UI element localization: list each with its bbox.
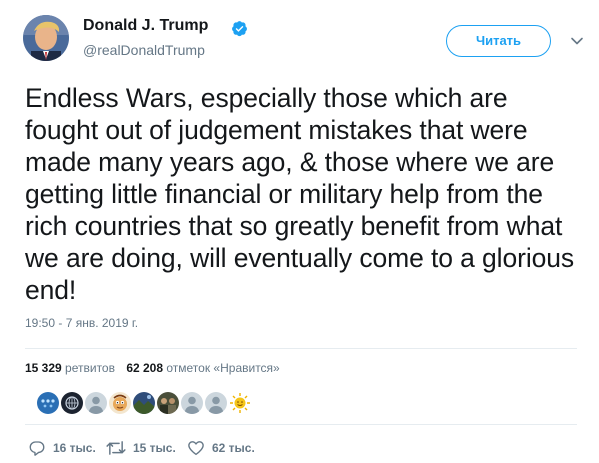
retweet-icon xyxy=(106,441,126,455)
landscape-avatar-icon[interactable] xyxy=(133,392,155,414)
group-photo-avatar-icon[interactable] xyxy=(157,392,179,414)
verified-badge-icon xyxy=(232,21,247,37)
default-person-avatar-icon[interactable] xyxy=(205,392,227,414)
tweet-stats: 15 329 ретвитов 62 208 отметок «Нравится… xyxy=(25,361,280,375)
retweet-button[interactable]: 15 тыс. xyxy=(106,438,176,458)
retweets-stat[interactable]: 15 329 ретвитов xyxy=(25,361,115,375)
sun-avatar-icon[interactable] xyxy=(229,392,251,414)
tweet-card: Donald J. Trump @realDonaldTrump Читать … xyxy=(0,0,599,463)
likes-count: 62 208 xyxy=(126,361,164,375)
author-name[interactable]: Donald J. Trump xyxy=(83,17,208,35)
retweets-count: 15 329 xyxy=(25,361,62,375)
chevron-down-icon[interactable] xyxy=(570,34,584,48)
divider xyxy=(25,424,577,425)
likes-stat[interactable]: 62 208 отметок «Нравится» xyxy=(126,361,279,375)
reply-button[interactable]: 16 тыс. xyxy=(28,438,96,458)
like-button[interactable]: 62 тыс. xyxy=(187,438,255,458)
tweet-timestamp[interactable]: 19:50 - 7 янв. 2019 г. xyxy=(25,316,138,330)
reply-count: 16 тыс. xyxy=(53,441,96,455)
default-person-avatar-icon[interactable] xyxy=(181,392,203,414)
dark-globe-avatar-icon[interactable] xyxy=(61,392,83,414)
blue-dots-avatar-icon[interactable] xyxy=(37,392,59,414)
heart-icon xyxy=(188,441,204,456)
retweet-count: 15 тыс. xyxy=(133,441,176,455)
follow-button[interactable]: Читать xyxy=(446,25,551,57)
divider xyxy=(25,348,577,349)
author-handle[interactable]: @realDonaldTrump xyxy=(83,42,205,58)
cartoon-avatar-icon[interactable] xyxy=(109,392,131,414)
likes-label: отметок «Нравится» xyxy=(166,361,280,375)
like-count: 62 тыс. xyxy=(212,441,255,455)
tweet-text: Endless Wars, especially those which are… xyxy=(25,83,582,305)
retweets-label: ретвитов xyxy=(65,361,115,375)
reply-icon xyxy=(29,441,45,456)
default-person-avatar-icon[interactable] xyxy=(85,392,107,414)
author-avatar[interactable] xyxy=(23,15,69,61)
